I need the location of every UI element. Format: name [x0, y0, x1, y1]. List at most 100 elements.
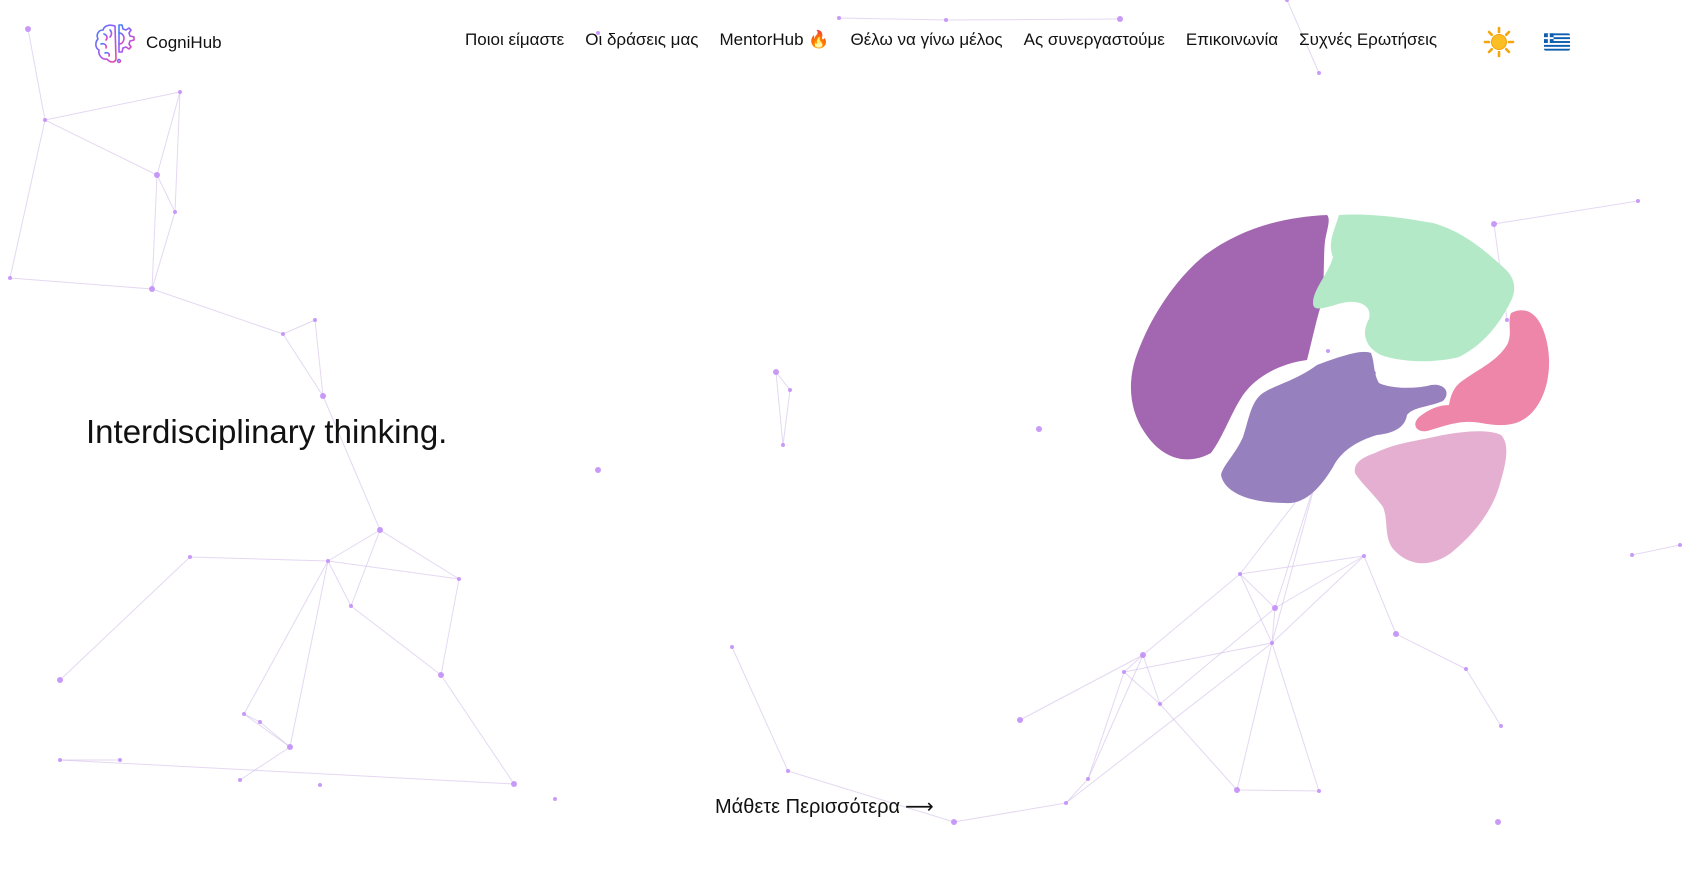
network-line [440, 674, 515, 785]
network-line [1271, 642, 1320, 792]
main-nav: Ποιοι είμαστε Οι δράσεις μας MentorHub 🔥… [465, 30, 1437, 50]
network-line [782, 389, 791, 446]
network-line [1159, 607, 1276, 705]
network-line [1159, 703, 1238, 791]
nav-item-faq[interactable]: Συχνές Ερωτήσεις [1299, 30, 1437, 50]
network-line [44, 119, 158, 176]
network-node [1036, 426, 1042, 432]
brand-name: CogniHub [146, 33, 222, 52]
network-node [1064, 801, 1068, 805]
network-node [781, 443, 785, 447]
network-line [327, 560, 460, 580]
network-line [1087, 671, 1125, 780]
network-node [457, 577, 461, 581]
network-node [1678, 543, 1682, 547]
network-node [1270, 641, 1274, 645]
network-line [289, 560, 329, 748]
network-line [9, 119, 46, 279]
hero-title: Interdisciplinary thinking. [86, 413, 448, 450]
network-line [1465, 668, 1502, 727]
network-line [243, 560, 329, 715]
network-node [349, 604, 353, 608]
network-line [350, 605, 442, 676]
brand-link[interactable]: CogniHub [93, 21, 222, 65]
network-line [9, 277, 153, 290]
network-line [189, 556, 329, 562]
network-node [438, 672, 444, 678]
network-line [1087, 654, 1144, 780]
network-node [1499, 724, 1503, 728]
network-line [775, 371, 791, 391]
network-node [313, 318, 317, 322]
network-line [1631, 544, 1681, 556]
network-node [58, 758, 62, 762]
learn-more-label: Μάθετε Περισσότερα [715, 796, 901, 818]
network-line [1236, 789, 1320, 792]
right-arrow-icon: ⟶ [905, 796, 934, 818]
network-node [1317, 789, 1321, 793]
network-line [953, 802, 1067, 823]
network-line [156, 91, 181, 176]
network-line [731, 646, 789, 772]
network-line [1065, 778, 1089, 804]
network-line [1142, 573, 1241, 656]
network-node [258, 720, 262, 724]
learn-more-link[interactable]: Μάθετε Περισσότερα ⟶ [715, 794, 934, 819]
network-line [327, 529, 381, 562]
network-line [1019, 654, 1144, 721]
network-node [57, 677, 63, 683]
network-node [1636, 199, 1640, 203]
network-line [44, 91, 181, 121]
network-node [511, 781, 517, 787]
sun-icon[interactable] [1483, 26, 1515, 58]
network-node [786, 769, 790, 773]
network-node [320, 393, 326, 399]
network-node [1086, 777, 1090, 781]
nav-item-collaborate[interactable]: Ας συνεργαστούμε [1024, 30, 1165, 50]
network-node [788, 388, 792, 392]
network-line [151, 288, 284, 335]
network-node [173, 210, 177, 214]
network-node [8, 276, 12, 280]
network-node [1630, 553, 1634, 557]
network-node [1272, 605, 1278, 611]
network-node [1495, 819, 1501, 825]
network-line [151, 211, 176, 290]
nav-item-contact[interactable]: Επικοινωνία [1186, 30, 1278, 50]
network-node [242, 712, 246, 716]
nav-item-mentorhub[interactable]: MentorHub 🔥 [720, 30, 830, 50]
greek-flag-icon[interactable] [1544, 32, 1570, 52]
network-line [151, 174, 158, 290]
network-line [1236, 642, 1273, 791]
network-line [239, 746, 291, 781]
network-line [282, 319, 316, 335]
network-node [377, 527, 383, 533]
network-node [1234, 787, 1240, 793]
network-node [118, 758, 122, 762]
network-node [43, 118, 47, 122]
network-node [287, 744, 293, 750]
network-line [379, 529, 460, 580]
nav-item-who-we-are[interactable]: Ποιοι είμαστε [465, 30, 564, 50]
network-line [775, 371, 784, 446]
network-node [1140, 652, 1146, 658]
network-line [1065, 642, 1273, 804]
navbar: CogniHub Ποιοι είμαστε Οι δράσεις μας Me… [0, 0, 1682, 86]
network-node [149, 286, 155, 292]
network-node [188, 555, 192, 559]
network-node [1158, 702, 1162, 706]
brain-gear-logo-icon [95, 24, 135, 64]
network-node [1122, 670, 1126, 674]
network-line [243, 713, 291, 748]
network-node [178, 90, 182, 94]
network-node [730, 645, 734, 649]
nav-item-become-member[interactable]: Θέλω να γίνω μέλος [851, 30, 1003, 50]
network-line [59, 556, 191, 681]
network-node [1017, 717, 1023, 723]
network-node [773, 369, 779, 375]
network-node [553, 797, 557, 801]
brain-lobe-cerebellum [1354, 431, 1507, 564]
colored-brain-illustration [1130, 214, 1550, 564]
network-node [281, 332, 285, 336]
nav-item-our-actions[interactable]: Οι δράσεις μας [585, 30, 698, 50]
